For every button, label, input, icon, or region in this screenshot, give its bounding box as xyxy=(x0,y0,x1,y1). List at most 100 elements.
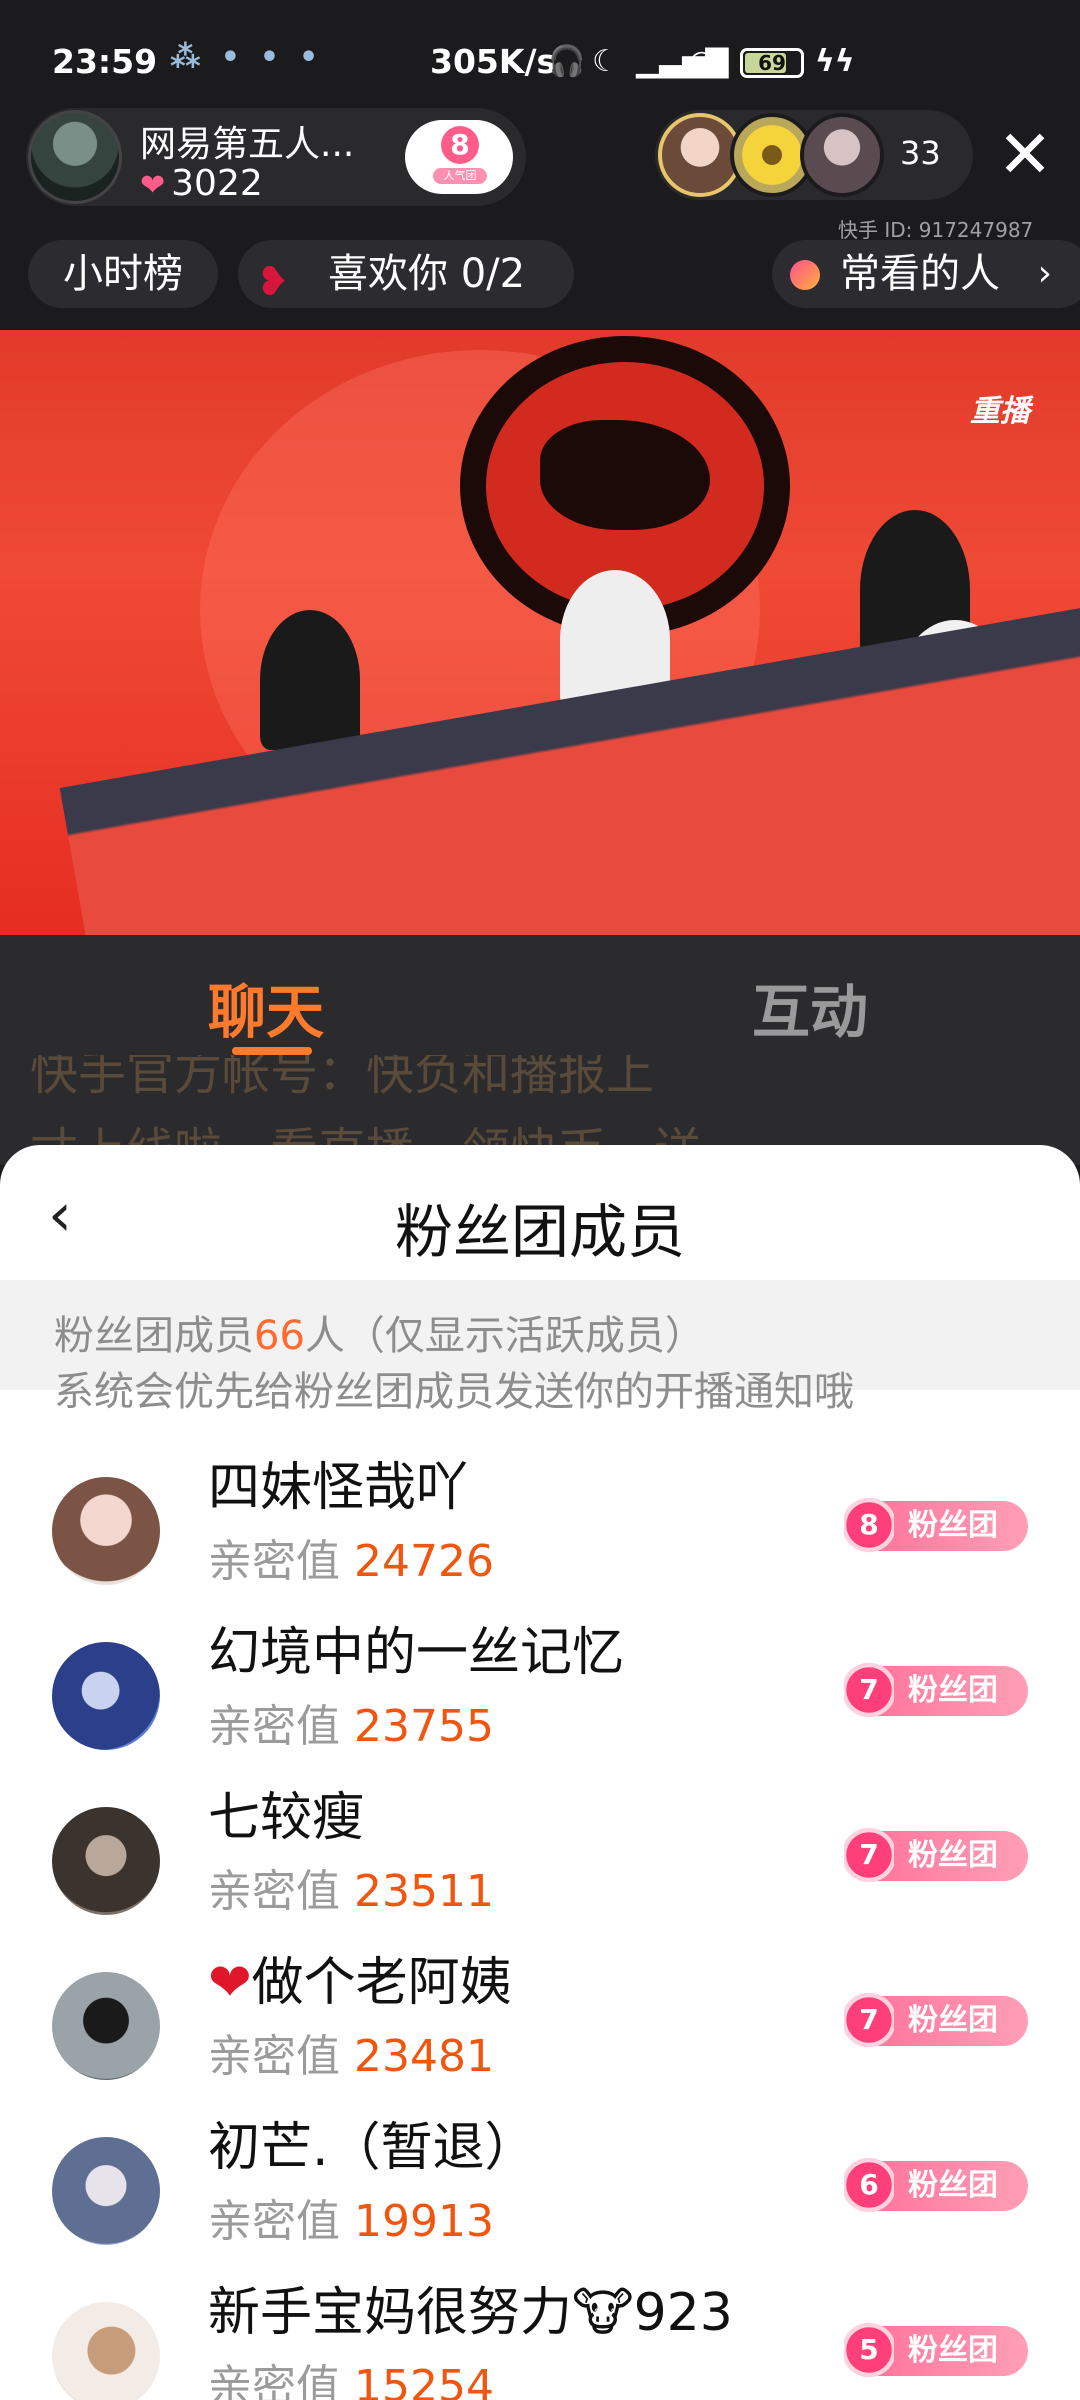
fan-badge-label: 粉丝团 xyxy=(908,2003,998,2038)
notification-icons: ⁂••• xyxy=(170,40,339,75)
tab-indicator xyxy=(232,1047,312,1055)
tab-interact[interactable]: 互动 xyxy=(752,965,868,1049)
member-row[interactable]: 新手宝妈很努力🐮923 亲密值 15254 5 粉丝团 xyxy=(0,2270,1080,2400)
fan-group-label: 人气团 xyxy=(433,168,487,184)
intimacy: 亲密值 23481 xyxy=(208,2020,494,2084)
fan-badge: 7 粉丝团 xyxy=(844,1827,1028,1883)
live-video[interactable]: 重播 xyxy=(0,330,1080,935)
fan-level: 6 xyxy=(844,2157,894,2213)
intimacy-label: 亲密值 xyxy=(208,1701,340,1752)
hearts-icon: ❥ xyxy=(256,259,290,305)
member-name-suffix: 923 xyxy=(633,2283,733,2343)
cow-emoji: 🐮 xyxy=(572,2283,634,2343)
avatar[interactable] xyxy=(52,1972,160,2080)
battery-icon: 69 xyxy=(740,48,804,78)
intimacy-label: 亲密值 xyxy=(208,2196,340,2247)
chat-message: 快手官方帐号：快负和播报上 xyxy=(30,1055,655,1101)
info-suffix: 人（仅显示活跃成员） xyxy=(304,1313,705,1359)
host-name[interactable]: 网易第五人... xyxy=(140,115,354,167)
often-watch-button[interactable]: 常看的人 › xyxy=(772,240,1080,308)
member-name: 幻境中的一丝记忆 xyxy=(208,1623,625,1683)
intimacy-value: 15254 xyxy=(354,2361,494,2400)
member-row[interactable]: 初芒.（暂退） 亲密值 19913 6 粉丝团 xyxy=(0,2105,1080,2270)
status-bar: 23:59 ⁂••• 305K/s 🎧 ☾ ▁▃▅▇ ◠ 69 ϟϟ xyxy=(0,0,1080,100)
wifi-icon: ◠ xyxy=(690,44,714,79)
viewer-avatar[interactable] xyxy=(800,113,884,197)
fan-group-level: 8 xyxy=(441,126,479,164)
fan-badge-label: 粉丝团 xyxy=(908,2168,998,2203)
intimacy: 亲密值 23511 xyxy=(208,1855,494,1919)
member-row[interactable]: 幻境中的一丝记忆 亲密值 23755 7 粉丝团 xyxy=(0,1610,1080,1775)
fan-badge: 6 粉丝团 xyxy=(844,2157,1028,2213)
intimacy-label: 亲密值 xyxy=(208,2031,340,2082)
fan-level: 7 xyxy=(844,1992,894,2048)
intimacy-label: 亲密值 xyxy=(208,2361,340,2400)
headphones-icon: 🎧 xyxy=(548,44,586,79)
host-likes: ❤ 3022 xyxy=(140,163,263,204)
member-row[interactable]: 七较瘦 亲密值 23511 7 粉丝团 xyxy=(0,1775,1080,1940)
intimacy: 亲密值 15254 xyxy=(208,2350,494,2400)
fan-level: 7 xyxy=(844,1662,894,1718)
viewer-count[interactable]: 33 xyxy=(900,134,941,172)
fan-badge: 8 粉丝团 xyxy=(844,1497,1028,1553)
intimacy: 亲密值 23755 xyxy=(208,1690,494,1754)
often-watch-icon xyxy=(790,260,820,290)
kuaishou-id: 快手 ID: 917247987 xyxy=(838,218,1034,242)
fan-badge-label: 粉丝团 xyxy=(908,1673,998,1708)
intimacy: 亲密值 19913 xyxy=(208,2185,494,2249)
moon-icon: ☾ xyxy=(592,44,619,79)
member-name: ❤做个老阿姨 xyxy=(208,1940,512,2015)
intimacy-value: 23755 xyxy=(354,1701,494,1752)
intimacy-label: 亲密值 xyxy=(208,1536,340,1587)
panel-info: 粉丝团成员66人（仅显示活跃成员） 系统会优先给粉丝团成员发送你的开播通知哦 xyxy=(0,1280,1080,1415)
avatar[interactable] xyxy=(52,1477,160,1585)
tab-bar: 聊天 互动 xyxy=(0,935,1080,1055)
member-name: 新手宝妈很努力🐮923 xyxy=(208,2270,733,2345)
charging-icon: ϟϟ xyxy=(815,44,855,79)
member-row[interactable]: 四妹怪哉吖 亲密值 24726 8 粉丝团 xyxy=(0,1445,1080,1610)
hour-rank-button[interactable]: 小时榜 xyxy=(28,240,218,308)
back-icon[interactable]: ‹ xyxy=(48,1185,72,1245)
avatar[interactable] xyxy=(52,2137,160,2245)
like-you-label: 喜欢你 0/2 xyxy=(328,251,526,297)
notice-text: 系统会优先给粉丝团成员发送你的开播通知哦 xyxy=(54,1369,854,1415)
fan-badge: 7 粉丝团 xyxy=(844,1992,1028,2048)
like-you-button[interactable]: ❥ 喜欢你 0/2 xyxy=(238,240,574,308)
often-watch-label: 常看的人 xyxy=(840,251,1000,297)
fan-badge-label: 粉丝团 xyxy=(908,2333,998,2368)
fan-group-badge[interactable]: 8 人气团 xyxy=(405,120,513,194)
member-row[interactable]: ❤做个老阿姨 亲密值 23481 7 粉丝团 xyxy=(0,1940,1080,2105)
member-name-text: 新手宝妈很努力 xyxy=(208,2283,573,2343)
intimacy-value: 23511 xyxy=(354,1866,494,1917)
battery-level: 69 xyxy=(758,51,786,75)
fan-level: 8 xyxy=(844,1497,894,1553)
signal-icon: ▁▃▅▇ xyxy=(636,44,729,79)
heart-icon: ❤ xyxy=(140,168,166,203)
tab-chat[interactable]: 聊天 xyxy=(208,965,324,1049)
close-icon[interactable]: ✕ xyxy=(990,120,1060,190)
member-name: 初芒.（暂退） xyxy=(208,2118,537,2178)
member-name-text: 做个老阿姨 xyxy=(251,1953,512,2013)
intimacy-value: 19913 xyxy=(354,2196,494,2247)
member-name: 七较瘦 xyxy=(208,1788,365,1848)
fan-badge-label: 粉丝团 xyxy=(908,1508,998,1543)
chevron-right-icon: › xyxy=(1037,253,1052,294)
info-prefix: 粉丝团成员 xyxy=(54,1313,254,1359)
network-speed: 305K/s xyxy=(430,42,557,81)
intimacy: 亲密值 24726 xyxy=(208,1525,494,1589)
intimacy-value: 24726 xyxy=(354,1536,494,1587)
avatar[interactable] xyxy=(52,1807,160,1915)
fan-level: 7 xyxy=(844,1827,894,1883)
replay-label[interactable]: 重播 xyxy=(970,386,1030,430)
fan-group-panel: 粉丝团成员 ‹ 粉丝团成员66人（仅显示活跃成员） 系统会优先给粉丝团成员发送你… xyxy=(0,1145,1080,2400)
player-figure xyxy=(260,610,360,750)
member-name: 四妹怪哉吖 xyxy=(208,1458,469,1518)
host-likes-value: 3022 xyxy=(171,163,263,204)
fan-level: 5 xyxy=(844,2322,894,2378)
member-count: 66 xyxy=(254,1313,305,1359)
heart-emoji: ❤ xyxy=(208,1953,252,2013)
avatar[interactable] xyxy=(52,1642,160,1750)
fan-badge-label: 粉丝团 xyxy=(908,1838,998,1873)
host-avatar[interactable] xyxy=(28,110,122,204)
avatar[interactable] xyxy=(52,2302,160,2400)
